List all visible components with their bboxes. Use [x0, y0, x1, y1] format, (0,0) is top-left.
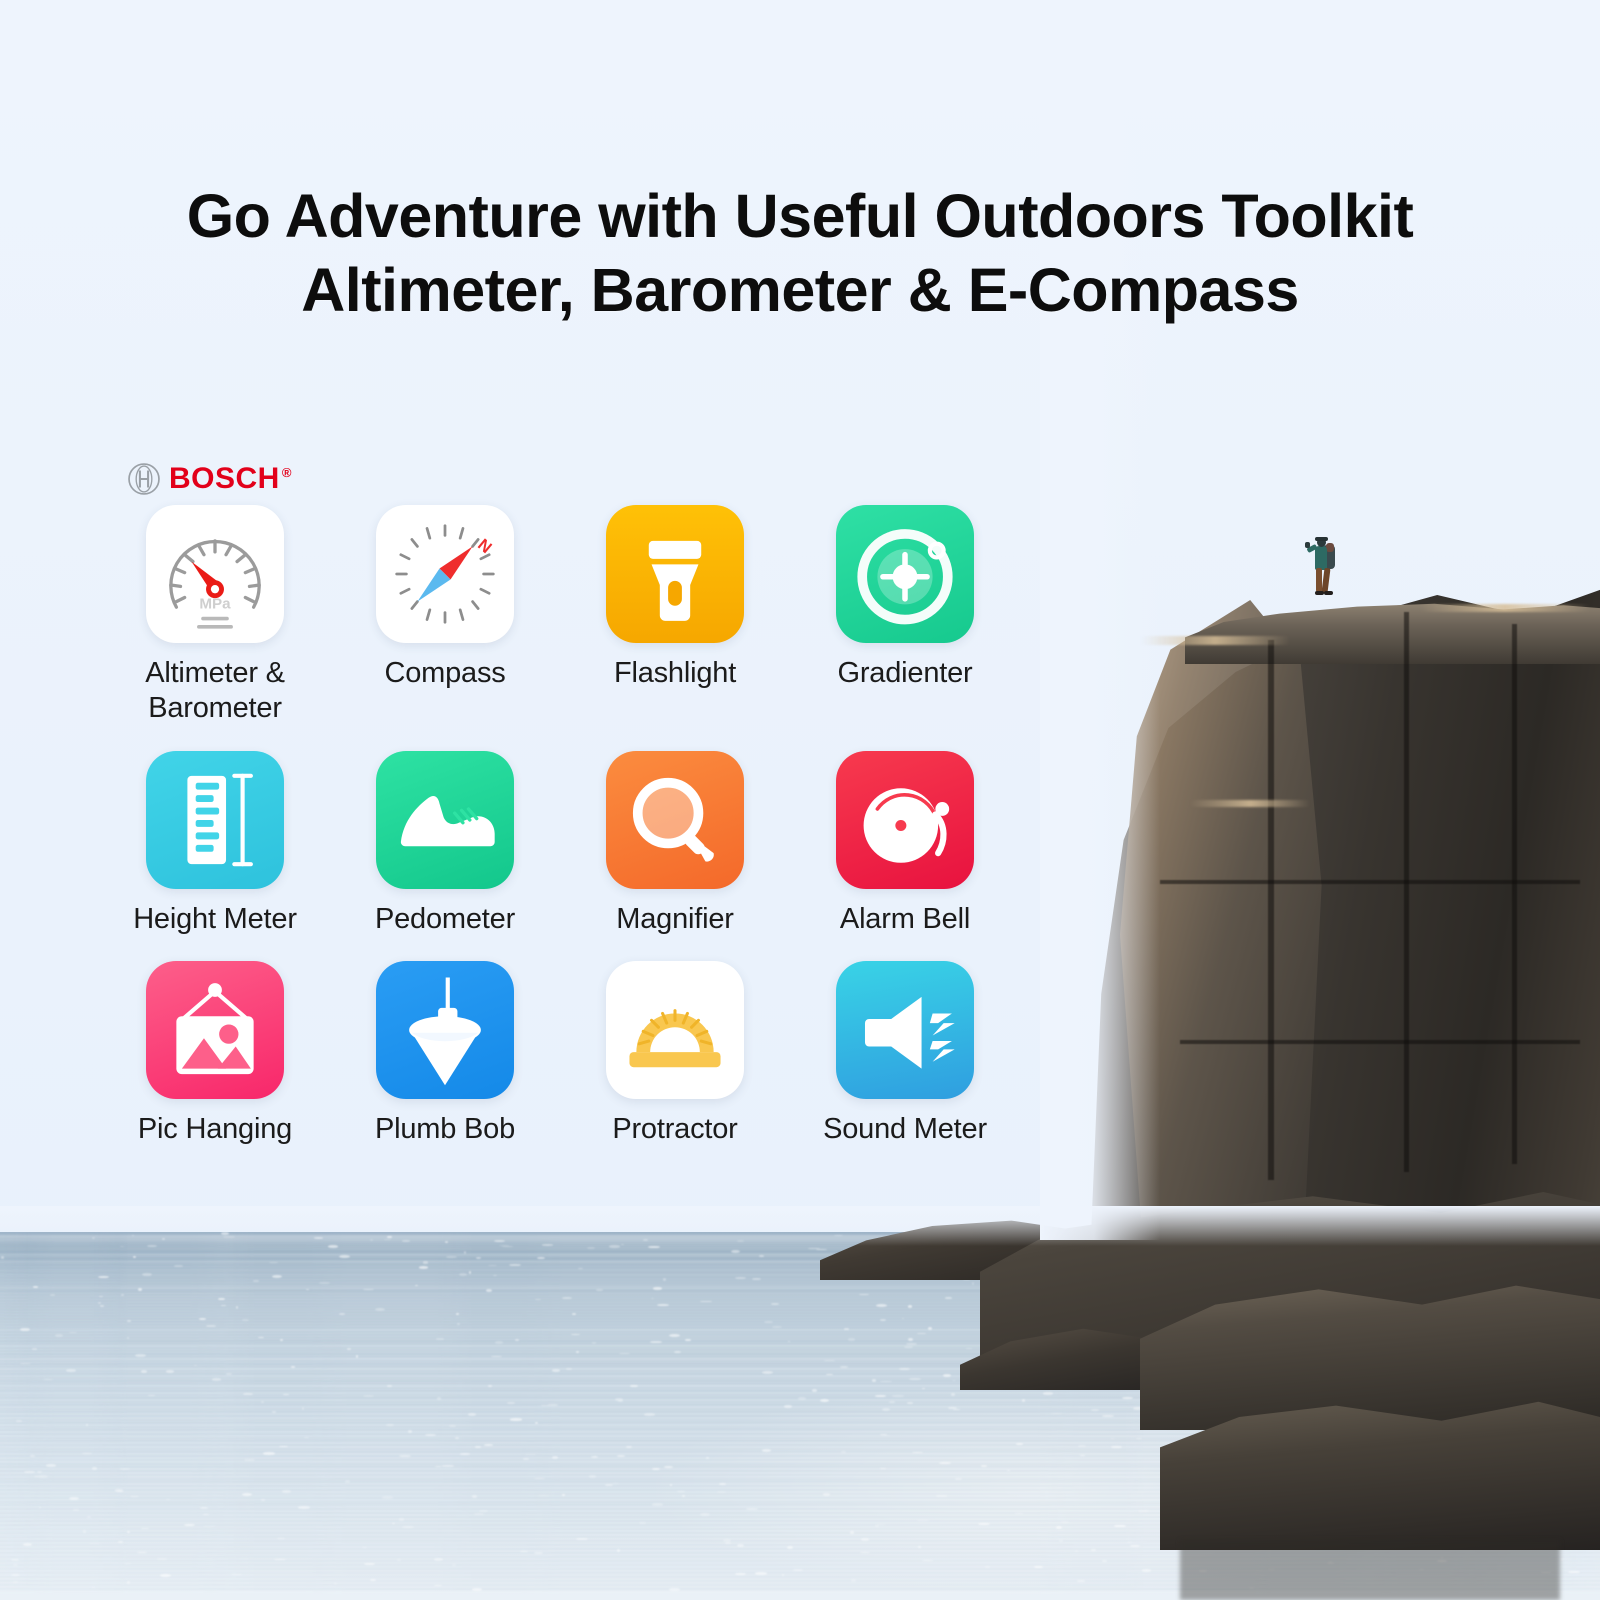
app-label: Protractor: [612, 1112, 737, 1147]
app-item-sound-meter[interactable]: Sound Meter: [790, 961, 1020, 1147]
hanging-picture-icon[interactable]: [146, 961, 284, 1099]
app-item-pic-hanging[interactable]: Pic Hanging: [100, 961, 330, 1147]
brand-wordmark: BOSCH ®: [169, 464, 292, 494]
app-item-alarm-bell[interactable]: Alarm Bell: [790, 751, 1020, 937]
app-label: Sound Meter: [823, 1112, 987, 1147]
brand-name: BOSCH: [169, 462, 280, 495]
rock-highlight: [1190, 800, 1310, 807]
flashlight-torch-icon[interactable]: [606, 505, 744, 643]
rock-crack: [1512, 624, 1517, 1164]
app-item-protractor[interactable]: Protractor: [560, 961, 790, 1147]
running-shoe-icon[interactable]: [376, 751, 514, 889]
app-label: Pedometer: [375, 902, 515, 937]
app-label: Height Meter: [133, 902, 297, 937]
hiker-leg: [1321, 568, 1330, 594]
svg-text:MPa: MPa: [199, 596, 231, 613]
app-label: Plumb Bob: [375, 1112, 515, 1147]
plumb-bob-icon[interactable]: [376, 961, 514, 1099]
magnifying-glass-icon[interactable]: [606, 751, 744, 889]
app-item-magnifier[interactable]: Magnifier: [560, 751, 790, 937]
bosch-armature-icon: [127, 462, 161, 496]
headline-line-1: Go Adventure with Useful Outdoors Toolki…: [187, 182, 1414, 250]
app-item-gradienter[interactable]: Gradienter: [790, 505, 1020, 727]
app-item-plumb-bob[interactable]: Plumb Bob: [330, 961, 560, 1147]
hiker-figure: [1302, 534, 1342, 596]
promo-graphic: Go Adventure with Useful Outdoors Toolki…: [0, 0, 1600, 1600]
rock-highlight: [1140, 636, 1290, 645]
vertical-ruler-icon[interactable]: [146, 751, 284, 889]
hiker-pack-top: [1326, 543, 1334, 552]
app-item-flashlight[interactable]: Flashlight: [560, 505, 790, 727]
rock-seam: [1160, 880, 1580, 884]
app-row: Height Meter Pedometer Magnifier Alarm B…: [100, 751, 1060, 937]
hiker-boot: [1324, 591, 1333, 595]
app-item-pedometer[interactable]: Pedometer: [330, 751, 560, 937]
app-row: Pic Hanging Plumb Bob Protractor Sound M…: [100, 961, 1060, 1147]
hiker-boot: [1315, 591, 1324, 595]
app-row: MPa Altimeter & Barometer N Compass Flas…: [100, 505, 1060, 727]
bubble-level-target-icon[interactable]: [836, 505, 974, 643]
speaker-sound-icon[interactable]: [836, 961, 974, 1099]
alarm-bell-icon[interactable]: [836, 751, 974, 889]
gauge-barometer-icon[interactable]: MPa: [146, 505, 284, 643]
svg-text:N: N: [474, 535, 495, 557]
compass-needle-icon[interactable]: N: [376, 505, 514, 643]
rock-seam: [1180, 1040, 1580, 1044]
brand-logo: BOSCH ®: [127, 462, 292, 496]
rock-crack: [1268, 640, 1274, 1180]
app-label: Gradienter: [837, 656, 972, 691]
page-title: Go Adventure with Useful Outdoors Toolki…: [0, 179, 1600, 328]
app-label: Pic Hanging: [138, 1112, 292, 1147]
app-item-height-meter[interactable]: Height Meter: [100, 751, 330, 937]
rock-highlight: [1420, 604, 1590, 612]
rock-reflection: [1180, 1540, 1560, 1600]
registered-trademark-icon: ®: [282, 465, 292, 480]
protractor-icon[interactable]: [606, 961, 744, 1099]
app-item-compass[interactable]: N Compass: [330, 505, 560, 727]
app-label: Magnifier: [616, 902, 733, 937]
app-label: Alarm Bell: [840, 902, 970, 937]
hiker-hand: [1305, 542, 1310, 548]
app-item-altimeter-barometer[interactable]: MPa Altimeter & Barometer: [100, 505, 330, 727]
headline-line-2: Altimeter, Barometer & E-Compass: [0, 253, 1600, 327]
hiker-hat: [1315, 537, 1328, 541]
app-label: Flashlight: [614, 656, 736, 691]
hiker-torso: [1315, 546, 1327, 570]
app-icon-grid: MPa Altimeter & Barometer N Compass Flas…: [100, 505, 1060, 1148]
rock-crack: [1404, 612, 1409, 1172]
app-label: Compass: [384, 656, 505, 691]
app-label: Altimeter & Barometer: [145, 656, 285, 727]
